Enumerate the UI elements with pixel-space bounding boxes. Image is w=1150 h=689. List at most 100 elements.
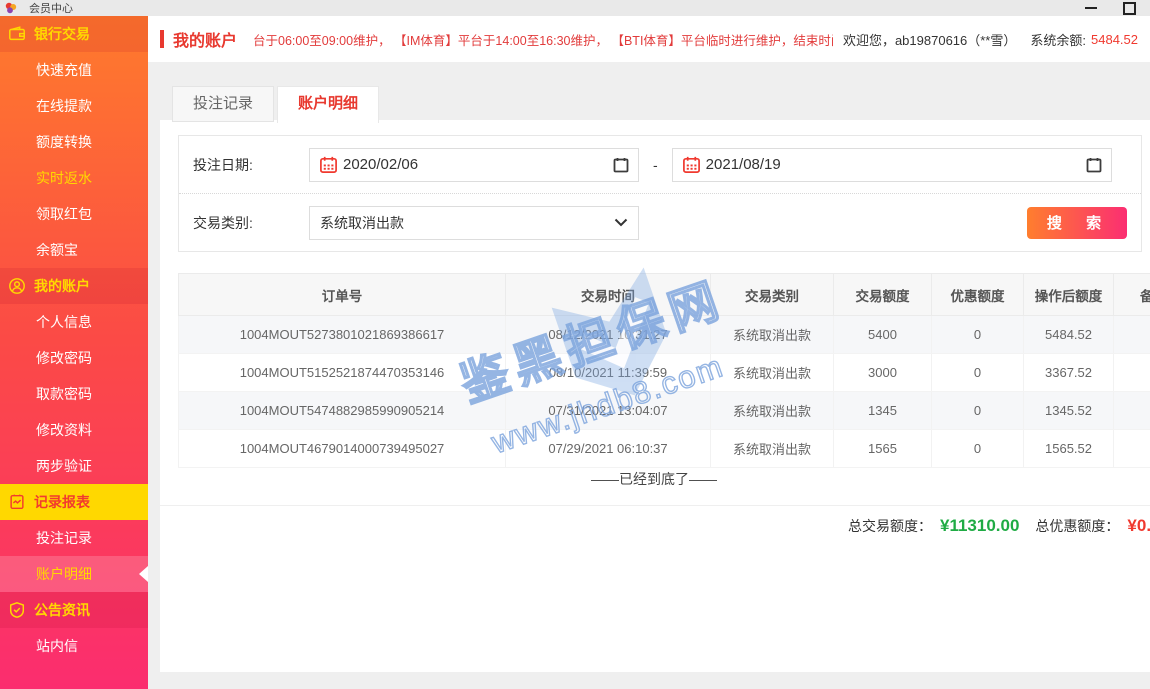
- cell-after-balance: 5484.52: [1024, 316, 1114, 354]
- maximize-button[interactable]: [1114, 0, 1144, 16]
- window-title: 会员中心: [29, 0, 73, 16]
- tab-bet-records[interactable]: 投注记录: [172, 86, 274, 122]
- table-row: 1004MOUT5273801021869386617 08/12/2021 1…: [179, 316, 1150, 354]
- cell-bonus: 0: [932, 430, 1024, 468]
- total-trade-label: 总交易额度：: [848, 516, 932, 536]
- main-content: 投注记录 账户明细 投注日期: 2020/02/06: [148, 62, 1150, 689]
- chevron-down-icon: [614, 218, 628, 227]
- sidebar-item-online-withdraw[interactable]: 在线提款: [0, 88, 148, 124]
- sidebar-item-bet-records[interactable]: 投注记录: [0, 520, 148, 556]
- sidebar-item-label: 余额宝: [36, 240, 78, 260]
- sidebar-item-label: 取款密码: [36, 384, 92, 404]
- sidebar-item-label: 额度转换: [36, 132, 92, 152]
- welcome-text: 欢迎您，ab19870616（**雪）: [843, 30, 1016, 49]
- sidebar-item-label: 账户明细: [36, 564, 92, 584]
- sidebar-item-label: 实时返水: [36, 168, 92, 188]
- transactions-table: 订单号 交易时间 交易类别 交易额度 优惠额度 操作后额度 备注 1004MOU…: [178, 273, 1150, 468]
- sidebar-section-label: 公告资讯: [34, 600, 90, 620]
- col-header-remark: 备注: [1114, 274, 1150, 316]
- sidebar-item-label: 个人信息: [36, 312, 92, 332]
- date-picker-icon[interactable]: [613, 157, 629, 173]
- content-panel: 投注日期: 2020/02/06 -: [160, 120, 1150, 672]
- cell-after-balance: 3367.52: [1024, 354, 1114, 392]
- type-filter-row: 交易类别: 系统取消出款 搜 索: [179, 194, 1141, 251]
- sidebar-section-bank[interactable]: 银行交易: [0, 16, 148, 52]
- sidebar-item-change-password[interactable]: 修改密码: [0, 340, 148, 376]
- sidebar-section-records[interactable]: 记录报表: [0, 484, 148, 520]
- table-row: 1004MOUT5474882985990905214 07/31/2021 1…: [179, 392, 1150, 430]
- cell-type: 系统取消出款: [711, 430, 834, 468]
- cell-order-no: 1004MOUT4679014000739495027: [179, 430, 506, 468]
- sidebar-item-label: 领取红包: [36, 204, 92, 224]
- cell-amount: 3000: [834, 354, 932, 392]
- active-item-notch: [139, 566, 148, 582]
- cell-remark: [1114, 430, 1150, 468]
- transaction-type-label: 交易类别:: [193, 213, 309, 233]
- sidebar-item-red-packet[interactable]: 领取红包: [0, 196, 148, 232]
- sidebar-item-yuebao[interactable]: 余额宝: [0, 232, 148, 268]
- date-to-value: 2021/08/19: [706, 156, 781, 173]
- cell-type: 系统取消出款: [711, 316, 834, 354]
- title-accent-bar: [160, 30, 164, 48]
- cell-order-no: 1004MOUT5273801021869386617: [179, 316, 506, 354]
- sidebar-item-label: 两步验证: [36, 456, 92, 476]
- sidebar-section-my-account[interactable]: 我的账户: [0, 268, 148, 304]
- total-bonus-label: 总优惠额度：: [1035, 516, 1119, 536]
- balance-label: 系统余额:: [1030, 30, 1086, 49]
- maintenance-notice: 台于06:00至09:00维护， 【IM体育】平台于14:00至16:30维护，…: [253, 30, 833, 49]
- sidebar-section-label: 记录报表: [34, 492, 90, 512]
- sidebar-section-announcements[interactable]: 公告资讯: [0, 592, 148, 628]
- calendar-red-icon: [682, 155, 701, 174]
- sidebar-item-quota-transfer[interactable]: 额度转换: [0, 124, 148, 160]
- sidebar-item-label: 修改密码: [36, 348, 92, 368]
- sidebar-item-quick-deposit[interactable]: 快速充值: [0, 52, 148, 88]
- date-from-input[interactable]: 2020/02/06: [309, 148, 639, 182]
- cell-type: 系统取消出款: [711, 392, 834, 430]
- sidebar-item-account-details[interactable]: 账户明细: [0, 556, 148, 592]
- maximize-icon: [1123, 2, 1136, 15]
- sidebar-item-two-step-verify[interactable]: 两步验证: [0, 448, 148, 484]
- cell-time: 07/31/2021 13:04:07: [506, 392, 711, 430]
- app-logo-icon: [5, 2, 17, 14]
- cell-time: 07/29/2021 06:10:37: [506, 430, 711, 468]
- table-header-row: 订单号 交易时间 交易类别 交易额度 优惠额度 操作后额度 备注: [179, 274, 1150, 316]
- cell-after-balance: 1565.52: [1024, 430, 1114, 468]
- cell-remark: [1114, 354, 1150, 392]
- minimize-button[interactable]: [1076, 0, 1106, 16]
- col-header-after-balance: 操作后额度: [1024, 274, 1114, 316]
- totals-divider: [160, 505, 1150, 506]
- sidebar: 银行交易 快速充值 在线提款 额度转换 实时返水 领取红包 余额宝 我的账户 个…: [0, 16, 148, 689]
- cell-time: 08/12/2021 10:31:27: [506, 316, 711, 354]
- cell-bonus: 0: [932, 316, 1024, 354]
- page-header: 我的账户 台于06:00至09:00维护， 【IM体育】平台于14:00至16:…: [148, 16, 1150, 62]
- sidebar-item-label: 站内信: [36, 636, 78, 656]
- date-picker-icon[interactable]: [1086, 157, 1102, 173]
- cell-type: 系统取消出款: [711, 354, 834, 392]
- sidebar-item-withdraw-password[interactable]: 取款密码: [0, 376, 148, 412]
- cell-order-no: 1004MOUT5474882985990905214: [179, 392, 506, 430]
- sidebar-item-label: 投注记录: [36, 528, 92, 548]
- total-trade-value: ¥11310.00: [940, 516, 1019, 536]
- window-titlebar: 会员中心: [0, 0, 1150, 16]
- person-icon: [8, 277, 26, 295]
- cell-after-balance: 1345.52: [1024, 392, 1114, 430]
- sidebar-item-realtime-rebate[interactable]: 实时返水: [0, 160, 148, 196]
- col-header-time: 交易时间: [506, 274, 711, 316]
- table-row: 1004MOUT4679014000739495027 07/29/2021 0…: [179, 430, 1150, 468]
- tab-account-details[interactable]: 账户明细: [277, 86, 379, 123]
- shield-check-icon: [8, 601, 26, 619]
- page-title: 我的账户: [173, 27, 237, 51]
- transactions-table-wrap: 订单号 交易时间 交易类别 交易额度 优惠额度 操作后额度 备注 1004MOU…: [178, 273, 1150, 468]
- cell-amount: 1565: [834, 430, 932, 468]
- search-button[interactable]: 搜 索: [1027, 207, 1127, 239]
- date-range-label: 投注日期:: [193, 155, 309, 175]
- sidebar-item-label: 快速充值: [36, 60, 92, 80]
- date-to-input[interactable]: 2021/08/19: [672, 148, 1112, 182]
- sidebar-item-edit-profile[interactable]: 修改资料: [0, 412, 148, 448]
- cell-amount: 1345: [834, 392, 932, 430]
- sidebar-item-personal-info[interactable]: 个人信息: [0, 304, 148, 340]
- col-header-amount: 交易额度: [834, 274, 932, 316]
- sidebar-item-site-mail[interactable]: 站内信: [0, 628, 148, 664]
- cell-order-no: 1004MOUT5152521874470353146: [179, 354, 506, 392]
- transaction-type-select[interactable]: 系统取消出款: [309, 206, 639, 240]
